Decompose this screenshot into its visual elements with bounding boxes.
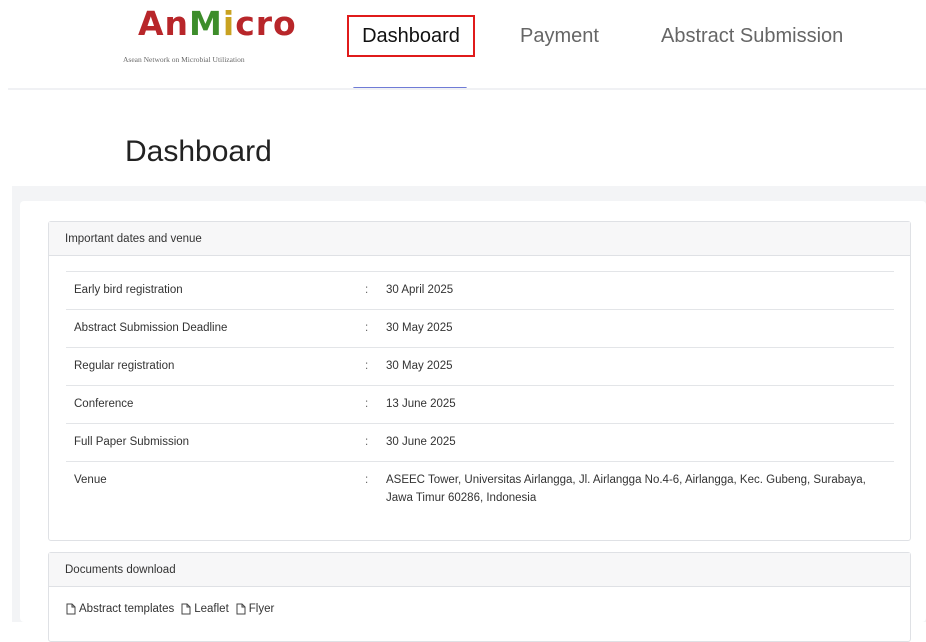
row-value: ASEEC Tower, Universitas Airlangga, Jl. … [386,474,866,504]
nav-dashboard[interactable]: Dashboard [347,15,475,57]
table-row: Conference : 13 June 2025 [66,385,894,423]
logo-tagline: Asean Network on Microbial Utilization [123,55,245,64]
nav-dashboard-label: Dashboard [362,25,460,47]
row-separator: : [365,322,369,334]
row-label: Full Paper Submission [74,436,190,448]
leaflet-label: Leaflet [194,603,229,615]
row-value: 13 June 2025 [386,398,456,410]
row-label: Abstract Submission Deadline [74,322,228,334]
documents-download-heading: Documents download [49,553,910,587]
header-divider [8,88,926,90]
documents-download-panel: Documents download Abstract templates Le… [48,552,911,642]
nav-abstract-submission[interactable]: Abstract Submission [661,22,843,50]
row-value: 30 April 2025 [386,284,454,296]
row-separator: : [365,436,369,448]
row-label: Regular registration [74,360,175,372]
table-row: Full Paper Submission : 30 June 2025 [66,423,894,461]
document-icon [181,603,191,615]
page-title: Dashboard [125,135,272,168]
documents-links: Abstract templates Leaflet Flyer [65,603,280,615]
row-value: 30 June 2025 [386,436,456,448]
document-icon [66,603,76,615]
row-label: Venue [74,474,107,486]
row-value: 30 May 2025 [386,360,453,372]
row-separator: : [365,474,369,486]
row-separator: : [365,398,369,410]
row-value: 30 May 2025 [386,322,453,334]
table-row: Venue : ASEEC Tower, Universitas Airlang… [66,461,894,522]
top-navigation-bar: AnMicro Asean Network on Microbial Utili… [0,0,926,92]
row-label: Conference [74,398,134,410]
anmicro-logo[interactable]: AnMicro Asean Network on Microbial Utili… [118,2,298,66]
abstract-templates-label: Abstract templates [79,603,175,615]
table-row: Early bird registration : 30 April 2025 [66,271,894,309]
row-label: Early bird registration [74,284,183,296]
table-row: Abstract Submission Deadline : 30 May 20… [66,309,894,347]
important-dates-panel: Important dates and venue Early bird reg… [48,221,911,541]
dates-table: Early bird registration : 30 April 2025 … [66,271,894,522]
flyer-label: Flyer [248,603,275,615]
important-dates-heading: Important dates and venue [49,222,910,256]
flyer-link[interactable]: Flyer [235,603,275,615]
nav-payment[interactable]: Payment [520,22,599,50]
leaflet-link[interactable]: Leaflet [180,603,229,615]
logo-wordmark: AnMicro [138,4,297,43]
row-separator: : [365,284,369,296]
abstract-templates-link[interactable]: Abstract templates [65,603,174,615]
row-separator: : [365,360,369,372]
table-row: Regular registration : 30 May 2025 [66,347,894,385]
document-icon [236,603,246,615]
